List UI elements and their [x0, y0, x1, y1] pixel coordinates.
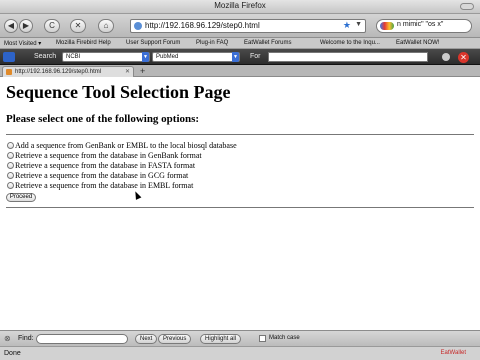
bookmarks-toolbar: Most Visited ▾ Mozilla Firebird Help Use…: [0, 38, 480, 49]
chevron-down-icon: ▼: [232, 52, 239, 62]
status-text: Done: [4, 350, 21, 357]
title-bar: Mozilla Firefox: [0, 0, 480, 14]
google-icon[interactable]: [380, 22, 394, 30]
bookmark-star-icon[interactable]: ★: [343, 20, 351, 31]
back-button[interactable]: ◀: [4, 19, 18, 33]
option-gcg[interactable]: Retrieve a sequence from the database in…: [7, 171, 188, 181]
close-icon[interactable]: ✕: [458, 52, 469, 63]
window-title: Mozilla Firefox: [214, 1, 266, 10]
bookmark-welcome-inqu[interactable]: Welcome to the Inqu...: [320, 40, 380, 46]
radio-button[interactable]: [7, 162, 14, 169]
bookmark-eatwallet-forums[interactable]: EatWallet Forums: [244, 40, 291, 46]
ncbi-for-label: For: [250, 53, 261, 60]
chevron-down-icon[interactable]: ▼: [355, 21, 362, 28]
find-bar: ⊗ Find: Next Previous Highlight all Matc…: [0, 330, 480, 346]
option-genbank[interactable]: Retrieve a sequence from the database in…: [7, 151, 202, 161]
forward-button[interactable]: ▶: [19, 19, 33, 33]
find-next-button[interactable]: Next: [135, 334, 158, 344]
chevron-down-icon: ▼: [142, 52, 149, 62]
ncbi-query-input[interactable]: [268, 52, 428, 62]
ncbi-logo-icon[interactable]: [3, 52, 15, 62]
tab-bar: http://192.168.96.129/step0.html ✕ +: [0, 65, 480, 77]
browser-window: Mozilla Firefox ◀ ▶ C ✕ ⌂ http://192.168…: [0, 0, 480, 360]
page-subtitle: Please select one of the following optio…: [6, 113, 200, 125]
divider: [6, 207, 474, 208]
ncbi-site-value: NCBI: [66, 54, 81, 60]
reload-button[interactable]: C: [44, 19, 60, 33]
option-label: Retrieve a sequence from the database in…: [15, 151, 202, 160]
navigation-toolbar: ◀ ▶ C ✕ ⌂ http://192.168.96.129/step0.ht…: [0, 14, 480, 38]
close-icon[interactable]: ⊗: [4, 334, 11, 343]
ncbi-toolbar: Search NCBI ▼ PubMed ▼ For ✕: [0, 49, 480, 65]
site-icon: [134, 22, 142, 30]
match-case-checkbox[interactable]: [259, 335, 266, 342]
page-content: Sequence Tool Selection Page Please sele…: [0, 78, 480, 328]
search-input[interactable]: n mimic" "os x": [376, 19, 472, 33]
ncbi-database-value: PubMed: [156, 54, 179, 60]
toolbar-toggle-button[interactable]: [460, 3, 474, 10]
tab-label: http://192.168.96.129/step0.html: [15, 69, 102, 75]
ncbi-database-select[interactable]: PubMed ▼: [152, 52, 240, 62]
ncbi-site-select[interactable]: NCBI ▼: [62, 52, 150, 62]
bookmark-plugin-faq[interactable]: Plug-in FAQ: [196, 40, 228, 46]
eatwallet-addon-button[interactable]: EatWallet: [441, 350, 466, 356]
option-label: Retrieve a sequence from the database in…: [15, 171, 189, 180]
find-input[interactable]: [36, 334, 128, 344]
match-case-label: Match case: [269, 335, 300, 341]
url-bar[interactable]: http://192.168.96.129/step0.html ★ ▼: [130, 19, 366, 33]
find-label: Find:: [18, 335, 34, 342]
option-label: Add a sequence from GenBank or EMBL to t…: [15, 141, 237, 150]
new-tab-button[interactable]: +: [140, 66, 145, 76]
radio-button[interactable]: [7, 172, 14, 179]
ncbi-go-button[interactable]: [442, 53, 450, 61]
tab-step0[interactable]: http://192.168.96.129/step0.html ✕: [2, 66, 134, 77]
status-bar: Done EatWallet: [0, 346, 480, 360]
highlight-all-button[interactable]: Highlight all: [200, 334, 242, 344]
page-title: Sequence Tool Selection Page: [6, 82, 231, 102]
bookmark-firebird-help[interactable]: Mozilla Firebird Help: [56, 40, 111, 46]
ncbi-search-label: Search: [34, 53, 57, 60]
tab-close-icon[interactable]: ✕: [125, 68, 130, 75]
option-label: Retrieve a sequence from the database in…: [15, 161, 196, 170]
proceed-button[interactable]: Proceed: [6, 193, 36, 202]
page-icon: [6, 69, 12, 75]
option-fasta[interactable]: Retrieve a sequence from the database in…: [7, 161, 195, 171]
url-text: http://192.168.96.129/step0.html: [145, 21, 260, 30]
mouse-cursor-icon: [132, 190, 142, 200]
radio-button[interactable]: [7, 182, 14, 189]
option-label: Retrieve a sequence from the database in…: [15, 181, 194, 190]
find-previous-button[interactable]: Previous: [158, 334, 192, 344]
radio-button[interactable]: [7, 142, 14, 149]
search-query: n mimic" "os x": [397, 21, 444, 28]
stop-button[interactable]: ✕: [70, 19, 86, 33]
divider: [6, 134, 474, 135]
bookmark-user-support[interactable]: User Support Forum: [126, 40, 180, 46]
radio-button[interactable]: [7, 152, 14, 159]
bookmark-most-visited[interactable]: Most Visited ▾: [4, 40, 41, 47]
home-button[interactable]: ⌂: [98, 19, 114, 33]
option-embl[interactable]: Retrieve a sequence from the database in…: [7, 181, 193, 191]
option-add-sequence[interactable]: Add a sequence from GenBank or EMBL to t…: [7, 141, 237, 151]
bookmark-eatwallet-now[interactable]: EatWallet NOW!: [396, 40, 439, 46]
